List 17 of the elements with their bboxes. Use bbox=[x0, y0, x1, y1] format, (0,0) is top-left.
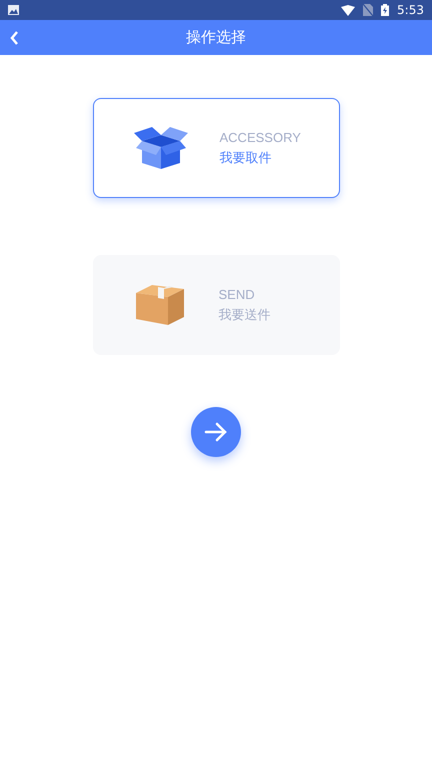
option-card[interactable]: SEND 我要送件 bbox=[92, 255, 340, 355]
image-icon bbox=[8, 5, 19, 15]
next-button[interactable] bbox=[191, 407, 241, 457]
page-title: 操作选择 bbox=[186, 27, 246, 48]
no-sim-icon bbox=[363, 4, 374, 16]
option-title: SEND bbox=[218, 286, 255, 304]
option-label: 我要送件 bbox=[218, 307, 270, 325]
back-icon bbox=[10, 30, 18, 44]
option-card[interactable]: ACCESSORY 我要取件 bbox=[92, 98, 340, 198]
arrow-right-icon bbox=[204, 422, 228, 442]
wifi-icon bbox=[341, 4, 356, 16]
open-box-icon bbox=[134, 127, 188, 169]
option-label: 我要取件 bbox=[220, 150, 272, 168]
cardboard-box-icon bbox=[136, 285, 184, 325]
status-time: 5:53 bbox=[397, 2, 424, 19]
battery-charging-icon bbox=[381, 4, 390, 16]
option-title: ACCESSORY bbox=[220, 128, 301, 146]
